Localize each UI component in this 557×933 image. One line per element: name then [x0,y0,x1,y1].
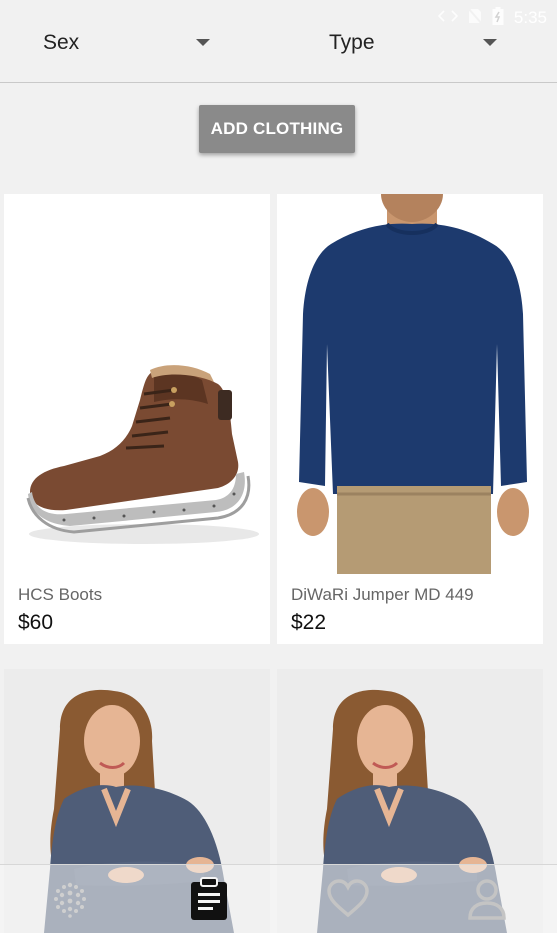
dots-icon [53,882,86,918]
type-dropdown-label: Type [329,31,375,54]
status-time: 5:35 [513,8,547,27]
product-price: $22 [291,611,327,634]
code-icon [437,9,459,27]
sex-dropdown-label: Sex [43,31,80,54]
sex-dropdown[interactable]: Sex [43,28,223,58]
nav-item-list[interactable] [139,865,278,933]
person-icon [468,879,507,920]
screen: Sex Type 5:35 ADD CLOTHING HCS Boots $60… [0,0,557,933]
product-price: $60 [18,611,54,634]
no-sim-icon [467,7,483,28]
nav-item-browse[interactable] [0,865,139,933]
caret-down-icon [483,39,497,46]
product-image-jumper [277,194,543,574]
heart-icon [327,879,369,918]
product-image-boot [4,194,270,574]
status-bar: 5:35 [417,0,557,36]
product-card[interactable]: DiWaRi Jumper MD 449 $22 [277,194,543,644]
nav-item-favorites[interactable] [279,865,418,933]
battery-icon [492,7,504,29]
product-card[interactable]: HCS Boots $60 [4,194,270,644]
product-name: DiWaRi Jumper MD 449 [291,585,474,604]
nav-item-profile[interactable] [418,865,557,933]
clipboard-icon [190,877,227,920]
product-name: HCS Boots [18,585,103,604]
add-clothing-button[interactable]: ADD CLOTHING [199,105,355,153]
bottom-nav [0,864,557,933]
caret-down-icon [196,39,210,46]
